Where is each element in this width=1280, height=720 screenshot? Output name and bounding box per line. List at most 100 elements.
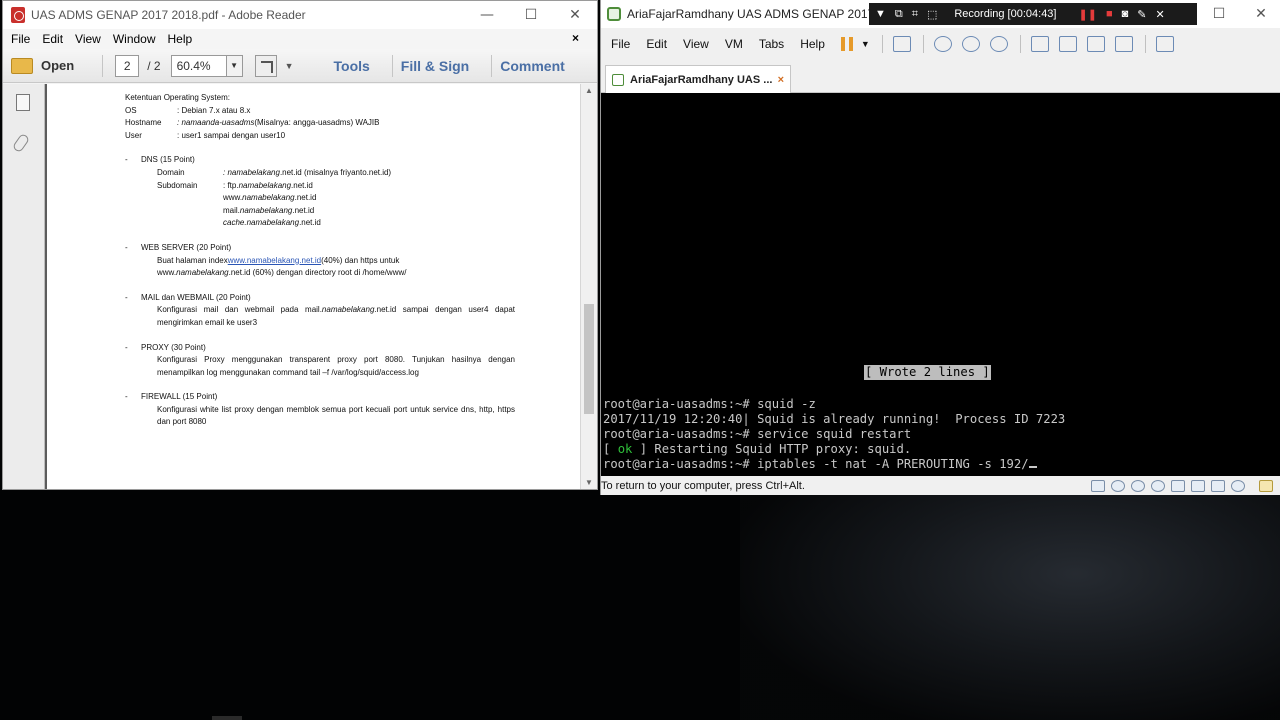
recorder-close-icon[interactable]: ✕ bbox=[1155, 8, 1164, 21]
reader-titlebar[interactable]: UAS ADMS GENAP 2017 2018.pdf - Adobe Rea… bbox=[3, 1, 597, 29]
proxy-section: - PROXY (30 Point) Konfigurasi Proxy meng… bbox=[125, 342, 517, 380]
record-stop-icon[interactable]: ■ bbox=[1106, 8, 1113, 20]
full-screen-icon[interactable] bbox=[1086, 36, 1105, 52]
dns-heading: DNS (15 Point) bbox=[141, 155, 195, 165]
scroll-down-icon[interactable]: ▼ bbox=[585, 478, 593, 487]
close-document-icon[interactable]: × bbox=[572, 31, 579, 45]
tools-button[interactable]: Tools bbox=[334, 58, 370, 74]
thumbnail-bar-icon[interactable] bbox=[1058, 36, 1077, 52]
fit-page-icon[interactable] bbox=[254, 54, 277, 77]
vm-menu-edit[interactable]: Edit bbox=[646, 37, 667, 51]
vm-console[interactable]: [ Wrote 2 lines ] root@aria-uasadms:~# s… bbox=[601, 93, 1280, 476]
vm-menubar: File Edit View VM Tabs Help ▼ bbox=[601, 28, 1280, 60]
menu-window[interactable]: Window bbox=[113, 32, 156, 46]
recorder-area-icon[interactable]: ⬚ bbox=[927, 8, 937, 21]
menu-view[interactable]: View bbox=[75, 32, 101, 46]
snapshot-manager-icon[interactable] bbox=[989, 36, 1008, 52]
hard-disk-icon[interactable] bbox=[1091, 479, 1105, 492]
hostname-row: Hostname: namaanda-uasadms (Misalnya: an… bbox=[125, 118, 380, 128]
camera-icon[interactable]: ◙ bbox=[1122, 8, 1129, 20]
zoom-input[interactable]: 60.4% bbox=[170, 54, 227, 77]
vm-statusbar: To return to your computer, press Ctrl+A… bbox=[601, 476, 1280, 495]
recording-bar: ▼ ⧉ ⌗ ⬚ Recording [00:04:43] ❚❚ ■ ◙ ✎ ✕ bbox=[869, 3, 1197, 25]
terminal-cursor bbox=[1028, 458, 1037, 468]
vmware-window[interactable]: AriaFajarRamdhany UAS ADMS GENAP 2017 20… bbox=[600, 0, 1280, 495]
pen-icon[interactable]: ✎ bbox=[1137, 8, 1146, 21]
chevron-down-icon[interactable]: ▼ bbox=[285, 61, 294, 71]
toolbar-divider bbox=[881, 35, 883, 53]
fill-sign-button[interactable]: Fill & Sign bbox=[401, 58, 469, 74]
toolbar-divider bbox=[922, 35, 924, 53]
comment-button[interactable]: Comment bbox=[500, 58, 565, 74]
vm-tabbar: AriaFajarRamdhany UAS ... × bbox=[601, 60, 1280, 93]
library-icon[interactable] bbox=[1030, 36, 1049, 52]
terminal-line: root@aria-uasadms:~# squid -z bbox=[603, 397, 816, 411]
recorder-menu-icon[interactable]: ▼ bbox=[875, 8, 886, 20]
web-section: - WEB SERVER (20 Point) Buat halaman inde… bbox=[125, 242, 407, 278]
navigation-pane bbox=[3, 84, 45, 489]
folder-icon bbox=[11, 57, 33, 74]
terminal-output: root@aria-uasadms:~# squid -z 2017/11/19 … bbox=[603, 397, 1065, 472]
web-link[interactable]: www.namabelakang.net.id bbox=[228, 255, 321, 268]
cd-drive-icon[interactable] bbox=[1131, 479, 1145, 492]
minimize-button[interactable]: — bbox=[465, 1, 509, 29]
reader-body: Ketentuan Operating System: OS: Debian 7… bbox=[3, 84, 597, 489]
snapshot-icon[interactable] bbox=[933, 36, 952, 52]
firewall-heading: FIREWALL (15 Point) bbox=[141, 392, 218, 402]
maximize-button[interactable]: ☐ bbox=[1197, 0, 1241, 28]
open-button[interactable]: Open bbox=[11, 57, 74, 74]
unity-icon[interactable] bbox=[1114, 36, 1133, 52]
power-dropdown-icon[interactable]: ▼ bbox=[861, 39, 870, 49]
sound-icon[interactable] bbox=[1231, 479, 1245, 492]
proxy-body: Konfigurasi Proxy menggunakan transparen… bbox=[157, 355, 515, 377]
page-thumbnails-icon[interactable] bbox=[16, 94, 30, 111]
vm-menu-tabs[interactable]: Tabs bbox=[759, 37, 784, 51]
network-adapter-icon[interactable] bbox=[1171, 479, 1185, 492]
vm-tab-label: AriaFajarRamdhany UAS ... bbox=[630, 73, 773, 86]
mail-heading: MAIL dan WEBMAIL (20 Point) bbox=[141, 292, 251, 302]
page-number-input[interactable]: 2 bbox=[115, 54, 140, 77]
close-button[interactable]: ✕ bbox=[1239, 0, 1280, 28]
printer-icon[interactable] bbox=[1191, 479, 1205, 492]
terminal-line: 2017/11/19 12:20:40| Squid is already ru… bbox=[603, 412, 1066, 426]
subdomain-cache: cache.namabelakang .net.id bbox=[223, 218, 321, 228]
menu-file[interactable]: File bbox=[11, 32, 30, 46]
domain-row: Domain: namabelakang .net.id (misalnya fr… bbox=[157, 167, 392, 177]
record-pause-icon[interactable]: ❚❚ bbox=[1079, 8, 1097, 21]
scroll-thumb[interactable] bbox=[584, 304, 594, 414]
vmware-logo-icon bbox=[607, 7, 621, 21]
recorder-restore-icon[interactable]: ⧉ bbox=[895, 8, 903, 21]
vm-menu-view[interactable]: View bbox=[683, 37, 709, 51]
toolbar-divider bbox=[491, 54, 493, 77]
vm-menu-vm[interactable]: VM bbox=[725, 37, 743, 51]
scroll-up-icon[interactable]: ▲ bbox=[585, 86, 593, 95]
usb-icon[interactable] bbox=[1211, 479, 1225, 492]
revert-snapshot-icon[interactable] bbox=[961, 36, 980, 52]
menu-help[interactable]: Help bbox=[168, 32, 193, 46]
subdomain-mail: mail. namabelakang .net.id bbox=[223, 205, 315, 215]
recorder-region-icon[interactable]: ⌗ bbox=[912, 8, 918, 21]
menu-edit[interactable]: Edit bbox=[42, 32, 63, 46]
close-button[interactable]: ✕ bbox=[553, 1, 597, 29]
pause-icon[interactable] bbox=[840, 37, 853, 51]
floppy-icon[interactable] bbox=[1151, 479, 1165, 492]
console-view-icon[interactable] bbox=[1155, 36, 1174, 52]
web-heading: WEB SERVER (20 Point) bbox=[141, 242, 232, 252]
terminal-line: root@aria-uasadms:~# service squid resta… bbox=[603, 427, 912, 441]
message-icon[interactable] bbox=[1259, 479, 1273, 492]
vm-titlebar[interactable]: AriaFajarRamdhany UAS ADMS GENAP 2017 20… bbox=[601, 0, 1280, 28]
tab-close-icon[interactable]: × bbox=[778, 74, 784, 86]
nano-status: [ Wrote 2 lines ] bbox=[864, 365, 991, 380]
maximize-button[interactable]: ☐ bbox=[509, 1, 553, 29]
vm-tab[interactable]: AriaFajarRamdhany UAS ... × bbox=[605, 65, 791, 93]
vertical-scrollbar[interactable]: ▲ ▼ bbox=[580, 84, 597, 489]
zoom-dropdown-icon[interactable]: ▼ bbox=[226, 54, 243, 77]
vm-tab-icon bbox=[612, 73, 624, 86]
adobe-reader-window[interactable]: UAS ADMS GENAP 2017 2018.pdf - Adobe Rea… bbox=[2, 0, 598, 490]
vm-menu-file[interactable]: File bbox=[611, 37, 630, 51]
terminal-prompt-line[interactable]: root@aria-uasadms:~# iptables -t nat -A … bbox=[603, 457, 1065, 472]
send-ctrl-alt-del-icon[interactable] bbox=[892, 36, 911, 52]
vm-menu-help[interactable]: Help bbox=[800, 37, 825, 51]
cd-drive-icon[interactable] bbox=[1111, 479, 1125, 492]
attachments-icon[interactable] bbox=[11, 132, 31, 154]
